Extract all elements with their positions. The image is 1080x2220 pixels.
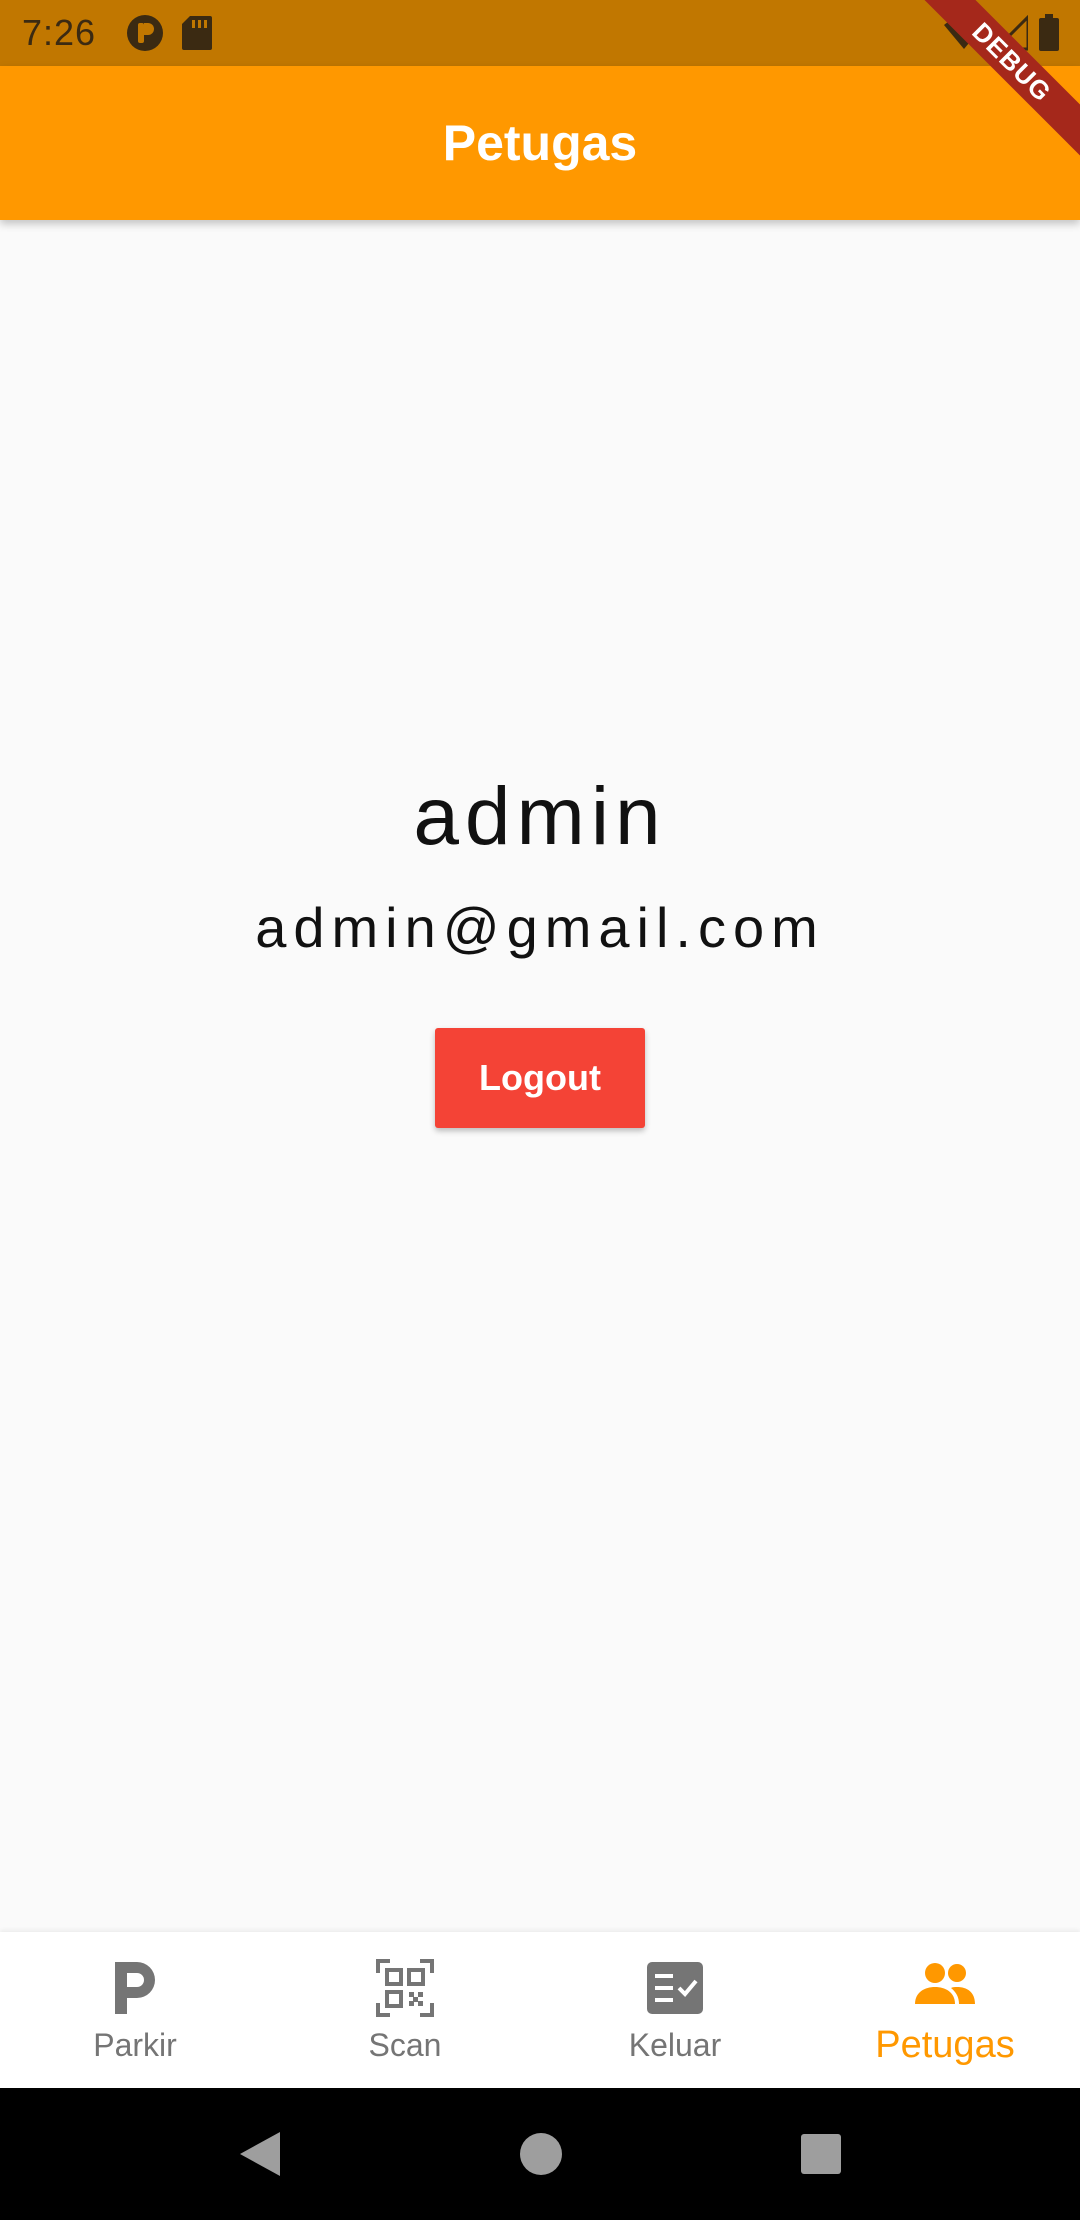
nav-item-parkir[interactable]: Parkir xyxy=(0,1932,270,2088)
system-navigation-bar xyxy=(0,2088,1080,2220)
nav-item-keluar[interactable]: Keluar xyxy=(540,1932,810,2088)
status-time: 7:26 xyxy=(22,12,97,53)
battery-icon xyxy=(1039,14,1059,51)
app-bar: Petugas xyxy=(0,66,1080,220)
signal-icon xyxy=(994,15,1028,51)
nav-label-scan: Scan xyxy=(368,2026,442,2063)
status-notification-icons xyxy=(126,14,213,52)
nav-label-petugas: Petugas xyxy=(875,2023,1015,2066)
nav-item-scan[interactable]: Scan xyxy=(270,1932,540,2088)
people-icon xyxy=(915,1962,975,2004)
home-icon[interactable] xyxy=(519,2132,563,2176)
checklist-icon xyxy=(647,1961,703,2014)
back-icon[interactable] xyxy=(238,2130,282,2178)
parking-icon xyxy=(115,1961,155,2014)
profile-name: admin xyxy=(413,771,667,862)
nav-label-parkir: Parkir xyxy=(93,2026,177,2063)
status-system-icons xyxy=(944,14,1060,52)
logout-button[interactable]: Logout xyxy=(435,1028,645,1128)
bottom-navigation: Parkir Scan Keluar Petugas xyxy=(0,1932,1080,2088)
nav-label-keluar: Keluar xyxy=(628,2026,722,2063)
qr-code-icon xyxy=(376,1958,434,2017)
page-title: Petugas xyxy=(442,115,638,171)
profile-email: admin@gmail.com xyxy=(255,896,825,959)
sd-card-icon xyxy=(182,16,213,50)
recents-icon[interactable] xyxy=(800,2133,842,2175)
wifi-icon xyxy=(944,17,984,49)
nav-item-petugas[interactable]: Petugas xyxy=(810,1932,1080,2088)
app-notification-icon xyxy=(127,15,164,51)
status-bar: 7:26 xyxy=(0,0,1080,66)
